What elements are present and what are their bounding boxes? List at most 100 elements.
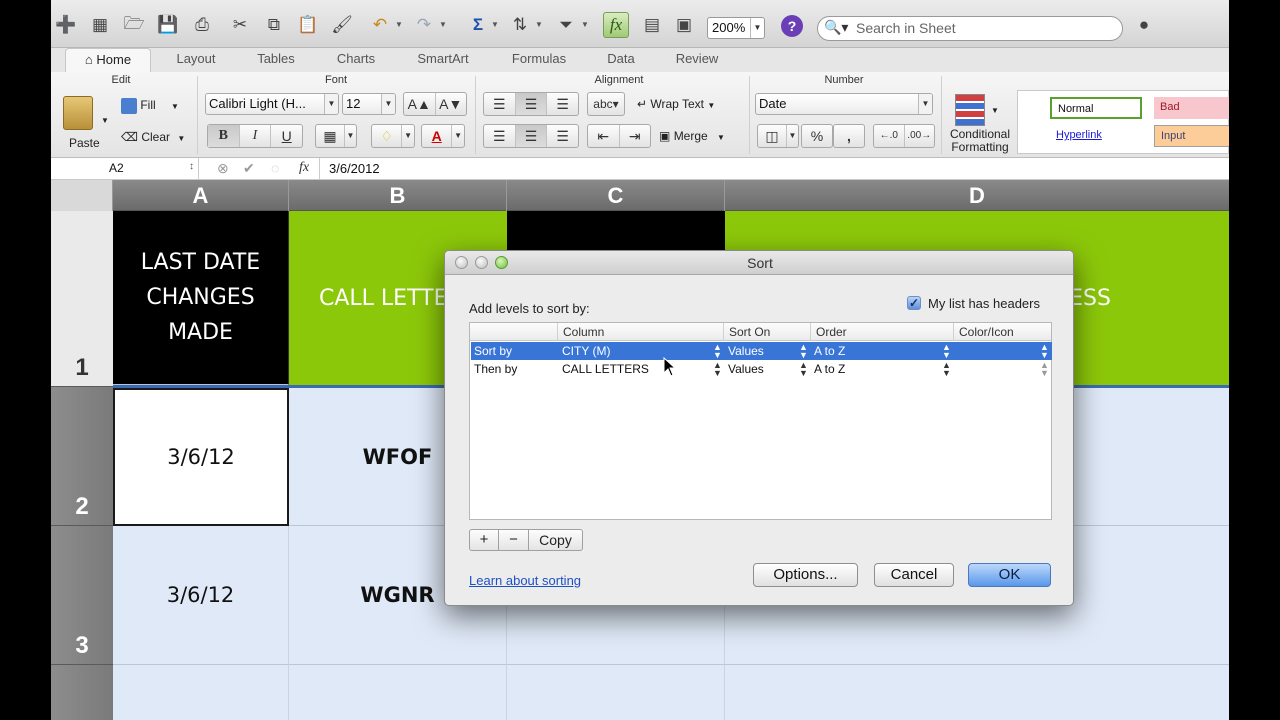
paste-button[interactable]: ▼ Paste [59, 90, 109, 152]
undo-icon[interactable]: ↶ [367, 12, 393, 38]
search-input[interactable] [856, 20, 1106, 36]
level-column-select[interactable]: CALL LETTERS [562, 360, 649, 378]
options-button[interactable]: Options... [753, 563, 858, 587]
close-window-icon[interactable] [455, 256, 468, 269]
sort-icon[interactable]: ⇅ [507, 12, 533, 38]
align-top-icon[interactable]: ☰ [484, 93, 516, 115]
clear-dropdown-icon[interactable]: ▼ [177, 134, 185, 143]
color-stepper-icon[interactable]: ▲ ▼ [1040, 361, 1049, 378]
learn-about-sorting-link[interactable]: Learn about sorting [469, 573, 581, 588]
font-size-select[interactable]: 12 ▼ [342, 93, 396, 115]
sort-level-row[interactable]: Then by CALL LETTERS ▲ ▼ Values ▲ ▼ A to Z… [471, 360, 1052, 378]
increase-font-size-icon[interactable]: A▲ [404, 93, 436, 115]
level-sort-on-select[interactable]: Values [728, 360, 764, 378]
autosum-dropdown-icon[interactable]: ▼ [491, 20, 499, 29]
align-left-icon[interactable]: ☰ [484, 125, 516, 147]
toolbox-icon[interactable]: ▤ [639, 12, 665, 38]
ok-button[interactable]: OK [968, 563, 1051, 587]
sort-on-stepper-icon[interactable]: ▲ ▼ [799, 343, 808, 360]
cut-icon[interactable]: ✂ [227, 12, 253, 38]
order-stepper-icon[interactable]: ▲ ▼ [942, 361, 951, 378]
tab-smartart[interactable]: SmartArt [401, 48, 485, 72]
save-icon[interactable]: 💾 [155, 12, 181, 38]
formula-builder-icon[interactable]: fx [603, 12, 629, 38]
fill-color-button[interactable]: ♢ ▼ [371, 124, 415, 148]
cell-a3[interactable]: 3/6/12 [113, 526, 289, 665]
increase-indent-icon[interactable]: ⇥ [620, 125, 651, 147]
filter-icon[interactable]: ⏷ [553, 12, 579, 38]
add-level-button[interactable]: + [469, 529, 499, 551]
style-hyperlink[interactable]: Hyperlink [1050, 125, 1142, 147]
filter-dropdown-icon[interactable]: ▼ [581, 20, 589, 29]
dialog-titlebar[interactable]: Sort [445, 251, 1073, 275]
new-workbook-icon[interactable]: ➕ [53, 12, 79, 38]
cell-d4[interactable] [725, 665, 1229, 720]
wrap-text-dropdown-icon[interactable]: ▼ [707, 101, 715, 110]
fill-dropdown-icon[interactable]: ▼ [171, 102, 179, 111]
align-right-icon[interactable]: ☰ [547, 125, 578, 147]
open-folder-icon[interactable]: 🗁 [121, 12, 147, 38]
merge-dropdown-icon[interactable]: ▼ [717, 133, 725, 142]
headers-checkbox-label[interactable]: My list has headers [928, 296, 1040, 311]
comma-button[interactable]: , [833, 124, 865, 148]
color-stepper-icon[interactable]: ▲ ▼ [1040, 343, 1049, 360]
copy-icon[interactable]: ⧉ [261, 12, 287, 38]
format-painter-icon[interactable]: 🖌 [329, 12, 355, 38]
orientation-button[interactable]: abc▾ [587, 92, 625, 116]
tab-layout[interactable]: Layout [161, 48, 231, 72]
zoom-window-icon[interactable] [495, 256, 508, 269]
style-input[interactable]: Input [1154, 125, 1229, 147]
bold-button[interactable]: B [208, 125, 240, 147]
currency-button[interactable]: ◫ ▼ [757, 124, 799, 148]
borders-dropdown-icon[interactable]: ▼ [345, 125, 356, 147]
font-color-button[interactable]: A ▼ [421, 124, 465, 148]
media-browser-icon[interactable]: ▣ [671, 12, 697, 38]
fill-color-dropdown-icon[interactable]: ▼ [402, 125, 414, 147]
sort-level-row[interactable]: Sort by CITY (M) ▲ ▼ Values ▲ ▼ A to Z ▲ ▼ … [471, 342, 1052, 360]
align-middle-icon[interactable]: ☰ [515, 93, 548, 115]
column-header-d[interactable]: D [725, 180, 1229, 211]
italic-button[interactable]: I [240, 125, 272, 147]
font-family-select[interactable]: Calibri Light (H... ▼ [205, 93, 339, 115]
conditional-formatting-button[interactable]: ▼ Conditional Formatting [943, 92, 1013, 154]
row-header-1[interactable]: 1 [51, 211, 113, 387]
wrap-text-button[interactable]: ↵ Wrap Text ▼ [637, 93, 737, 115]
formula-input[interactable]: 3/6/2012 [329, 158, 380, 179]
cell-a1[interactable]: LAST DATE CHANGES MADE [113, 211, 289, 385]
cell-c4[interactable] [507, 665, 725, 720]
zoom-select[interactable]: 200% ▼ [707, 17, 765, 39]
remove-level-button[interactable]: − [499, 529, 529, 551]
copy-level-button[interactable]: Copy [529, 529, 583, 551]
font-size-dropdown-icon[interactable]: ▼ [381, 94, 395, 114]
increase-decimal-icon[interactable]: ←.0 [874, 125, 905, 147]
name-box-stepper-icon[interactable]: ↕ [189, 161, 194, 172]
tab-review[interactable]: Review [663, 48, 731, 72]
number-format-dropdown-icon[interactable]: ▼ [918, 94, 932, 114]
paste-dropdown-icon[interactable]: ▼ [101, 110, 109, 132]
currency-dropdown-icon[interactable]: ▼ [787, 125, 798, 147]
font-color-dropdown-icon[interactable]: ▼ [452, 125, 464, 147]
font-family-dropdown-icon[interactable]: ▼ [324, 94, 338, 114]
print-icon[interactable]: ⎙ [189, 12, 215, 38]
level-order-select[interactable]: A to Z [814, 360, 845, 378]
cell-a4[interactable] [113, 665, 289, 720]
undo-dropdown-icon[interactable]: ▼ [395, 20, 403, 29]
clear-button[interactable]: ⌫ Clear ▼ [121, 126, 191, 148]
cancel-entry-icon[interactable]: ⊗ [217, 160, 229, 177]
cell-b4[interactable] [289, 665, 507, 720]
order-stepper-icon[interactable]: ▲ ▼ [942, 343, 951, 360]
decrease-indent-icon[interactable]: ⇤ [588, 125, 620, 147]
name-box[interactable]: A2 [51, 158, 199, 179]
underline-button[interactable]: U [271, 125, 302, 147]
search-icon[interactable]: 🔍▾ [824, 19, 848, 36]
row-header-2[interactable]: 2 [51, 387, 113, 526]
number-format-select[interactable]: Date ▼ [755, 93, 933, 115]
account-icon[interactable]: ● [1131, 12, 1157, 38]
fill-button[interactable]: Fill ▼ [121, 94, 191, 116]
align-bottom-icon[interactable]: ☰ [547, 93, 578, 115]
paste-icon[interactable]: 📋 [295, 12, 321, 38]
level-sort-on-select[interactable]: Values [728, 342, 764, 360]
tab-charts[interactable]: Charts [321, 48, 391, 72]
column-stepper-icon[interactable]: ▲ ▼ [713, 361, 722, 378]
tab-tables[interactable]: Tables [241, 48, 311, 72]
